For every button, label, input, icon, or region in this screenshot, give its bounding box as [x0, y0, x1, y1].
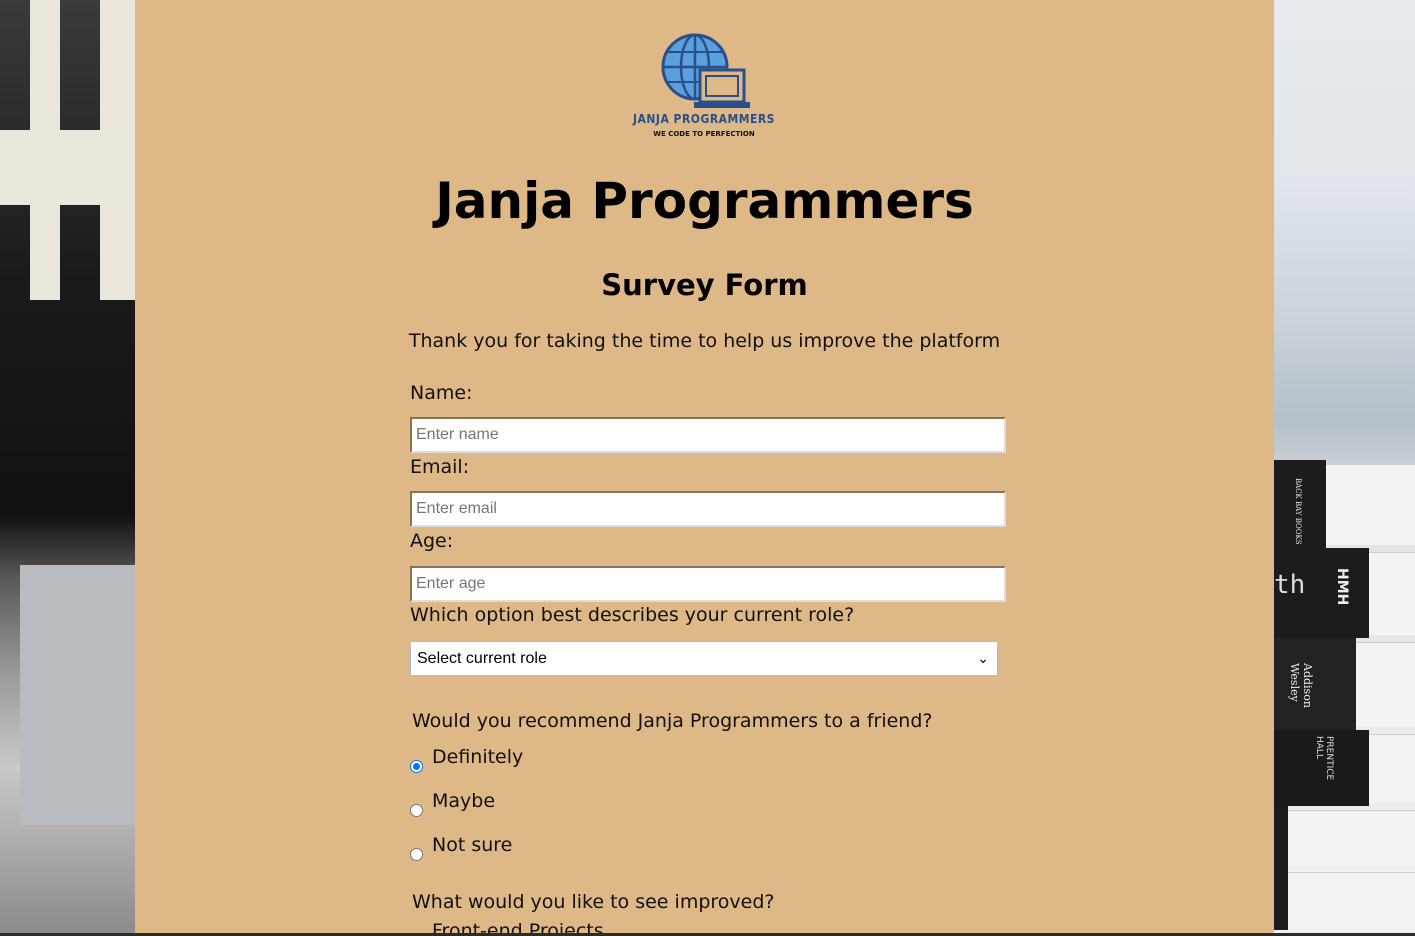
role-select[interactable]: Select current role ⌄ — [410, 641, 998, 676]
background-photo-left — [0, 0, 135, 936]
book-spine-text: th — [1274, 570, 1306, 600]
age-input[interactable] — [410, 566, 1006, 602]
background-photo-right: BACK BAY BOOKS th HMH Addison Wesley PRE… — [1274, 0, 1415, 936]
chevron-down-icon: ⌄ — [977, 650, 989, 666]
email-input[interactable] — [410, 491, 1006, 527]
book: Addison Wesley — [1274, 638, 1415, 730]
improve-question: What would you like to see improved? — [412, 891, 775, 913]
book — [1274, 806, 1415, 868]
name-input[interactable] — [410, 417, 1006, 453]
book-spine-text: Addison Wesley — [1288, 663, 1314, 708]
page-title: Janja Programmers — [435, 172, 974, 230]
radio-label: Definitely — [432, 746, 524, 768]
logo-name: JANJA PROGRAMMERS — [633, 112, 775, 126]
book-spine-text: PRENTICE HALL — [1314, 736, 1334, 781]
name-label: Name: — [410, 382, 473, 404]
form-title: Survey Form — [601, 268, 808, 302]
hash-symbol-bar — [0, 130, 135, 205]
radio-button[interactable] — [410, 848, 423, 861]
laptop-screen — [20, 565, 135, 825]
book — [1274, 868, 1415, 930]
recommend-question: Would you recommend Janja Programmers to… — [412, 710, 933, 732]
book-spine-text: BACK BAY BOOKS — [1294, 478, 1302, 545]
book: th HMH — [1274, 548, 1415, 638]
globe-laptop-icon — [661, 33, 750, 108]
company-logo: JANJA PROGRAMMERS WE CODE TO PERFECTION — [628, 32, 780, 144]
radio-button[interactable] — [410, 760, 423, 773]
radio-label: Not sure — [432, 834, 513, 856]
logo-tagline: WE CODE TO PERFECTION — [653, 130, 755, 138]
book: BACK BAY BOOKS — [1274, 460, 1415, 548]
age-label: Age: — [410, 530, 454, 552]
role-select-value: Select current role — [417, 650, 547, 667]
email-label: Email: — [410, 456, 470, 478]
book: PRENTICE HALL — [1274, 730, 1415, 806]
book-spine-text: HMH — [1334, 568, 1350, 606]
form-description: Thank you for taking the time to help us… — [408, 330, 1001, 352]
role-label: Which option best describes your current… — [410, 604, 855, 626]
radio-button[interactable] — [410, 804, 423, 817]
radio-label: Maybe — [432, 790, 496, 812]
